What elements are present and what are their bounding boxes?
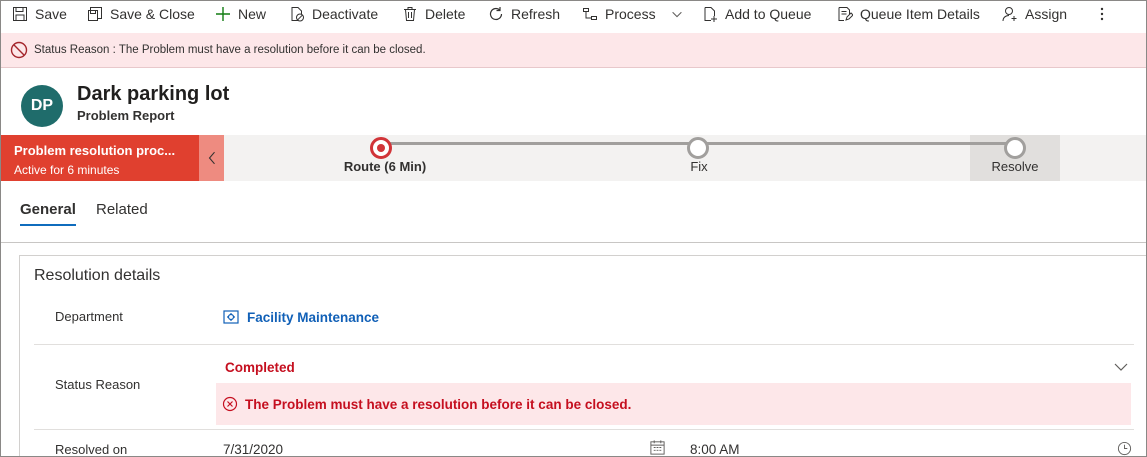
stage-fix-label[interactable]: Fix: [690, 159, 707, 174]
save-label: Save: [35, 6, 67, 22]
stage-route-marker[interactable]: [370, 137, 392, 159]
new-button[interactable]: New: [214, 1, 266, 27]
bpf-collapse-button[interactable]: [199, 135, 224, 181]
assign-label: Assign: [1025, 6, 1068, 22]
stage-resolve-label[interactable]: Resolve: [992, 159, 1039, 174]
process-name: Problem resolution proc...: [14, 143, 176, 158]
resolved-on-label: Resolved on: [55, 442, 128, 457]
chevron-down-icon[interactable]: [1112, 358, 1130, 376]
process-label: Process: [605, 6, 656, 22]
status-reason-label: Status Reason: [55, 377, 141, 392]
more-commands-button[interactable]: [1093, 1, 1117, 27]
chevron-down-icon: [670, 7, 684, 21]
chevron-left-icon: [207, 151, 217, 165]
department-value: Facility Maintenance: [247, 309, 380, 325]
status-reason-error: The Problem must have a resolution befor…: [216, 383, 1131, 425]
trash-icon: [401, 5, 419, 23]
stage-resolve-marker[interactable]: [1004, 137, 1026, 159]
avatar: DP: [21, 85, 63, 127]
department-label: Department: [55, 309, 123, 324]
tab-related[interactable]: Related: [96, 201, 148, 218]
error-circle-icon: [222, 396, 238, 412]
deactivate-icon: [288, 5, 306, 23]
queue-details-icon: [836, 5, 854, 23]
status-reason-select[interactable]: Completed: [225, 360, 295, 375]
blocked-icon: [10, 41, 28, 59]
command-bar: Save Save & Close New Deactivate Delete: [1, 1, 1146, 34]
department-lookup-link[interactable]: Facility Maintenance: [222, 308, 379, 326]
process-active-time: Active for 6 minutes: [14, 163, 120, 177]
form-window: Save Save & Close New Deactivate Delete: [0, 0, 1147, 457]
save-close-icon: [86, 5, 104, 23]
active-process-flag[interactable]: Problem resolution proc... Active for 6 …: [1, 135, 199, 181]
process-button[interactable]: Process: [581, 1, 684, 27]
business-process-flow: Problem resolution proc... Active for 6 …: [1, 135, 1146, 181]
deactivate-label: Deactivate: [312, 6, 379, 22]
status-reason-error-text: The Problem must have a resolution befor…: [245, 396, 632, 412]
add-to-queue-icon: [701, 5, 719, 23]
person-icon: [1001, 5, 1019, 23]
delete-button[interactable]: Delete: [401, 1, 465, 27]
stage-route-label[interactable]: Route (6 Min): [344, 159, 426, 174]
record-title: Dark parking lot: [77, 83, 230, 105]
resolved-date-input[interactable]: 7/31/2020: [223, 442, 283, 456]
notification-text: Status Reason : The Problem must have a …: [34, 44, 426, 56]
tabs-divider: [1, 242, 1146, 243]
refresh-label: Refresh: [511, 6, 561, 22]
queue-item-details-label: Queue Item Details: [860, 6, 980, 22]
add-to-queue-label: Add to Queue: [725, 6, 812, 22]
new-label: New: [238, 6, 267, 22]
save-icon: [11, 5, 29, 23]
calendar-icon[interactable]: [649, 439, 666, 456]
assign-button[interactable]: Assign: [1001, 1, 1067, 27]
entity-name: Problem Report: [77, 108, 175, 123]
delete-label: Delete: [425, 6, 466, 22]
section-title: Resolution details: [34, 267, 161, 284]
refresh-icon: [487, 5, 505, 23]
tab-general[interactable]: General: [20, 201, 76, 218]
resolution-details-section: [19, 255, 1146, 456]
deactivate-button[interactable]: Deactivate: [288, 1, 378, 27]
row-divider: [34, 344, 1134, 345]
stage-fix-marker[interactable]: [687, 137, 709, 159]
form-notification: Status Reason : The Problem must have a …: [1, 33, 1146, 68]
save-close-label: Save & Close: [110, 6, 195, 22]
stage-connector-line: [370, 137, 1026, 159]
more-icon: [1093, 5, 1111, 23]
queue-item-details-button[interactable]: Queue Item Details: [836, 1, 980, 27]
process-icon: [581, 5, 599, 23]
department-entity-icon: [223, 310, 239, 324]
save-button[interactable]: Save: [11, 1, 67, 27]
resolved-time-input[interactable]: 8:00 AM: [690, 442, 740, 456]
refresh-button[interactable]: Refresh: [487, 1, 560, 27]
plus-icon: [214, 5, 232, 23]
add-to-queue-button[interactable]: Add to Queue: [701, 1, 811, 27]
clock-icon[interactable]: [1117, 441, 1132, 456]
tab-selected-indicator: [20, 224, 76, 226]
row-divider: [34, 429, 1134, 430]
save-close-button[interactable]: Save & Close: [86, 1, 195, 27]
